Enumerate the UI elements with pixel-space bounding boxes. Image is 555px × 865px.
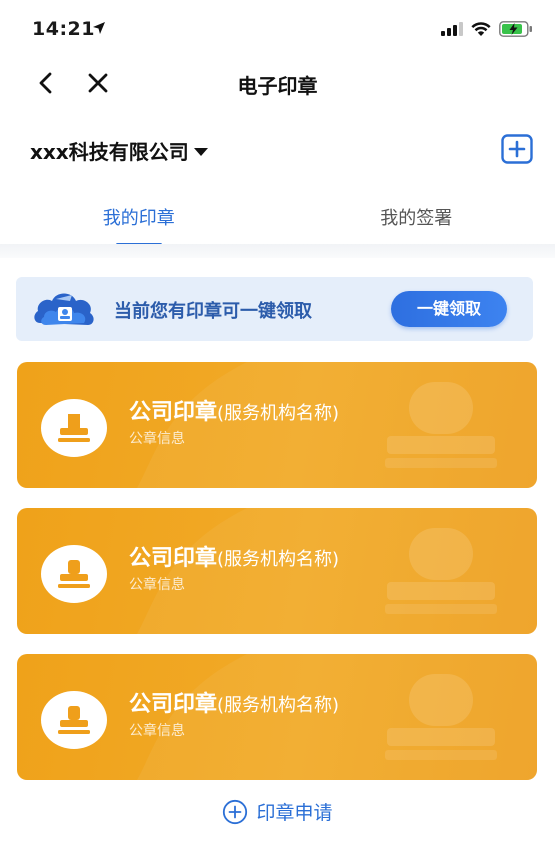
seal-info: 公章信息 xyxy=(129,723,185,739)
tab-bar: 我的印章 我的签署 xyxy=(0,194,555,248)
cloud-seal-icon xyxy=(34,293,94,325)
notice-text: 当前您有印章可一键领取 xyxy=(114,301,312,322)
tab-my-signatures[interactable]: 我的签署 xyxy=(278,194,555,248)
cellular-signal-icon xyxy=(441,22,463,36)
tab-label: 我的印章 xyxy=(102,208,175,229)
plus-circle-icon xyxy=(223,799,248,824)
status-bar: 14:21 xyxy=(0,0,555,54)
company-selector[interactable]: xxx科技有限公司 xyxy=(30,136,209,165)
apply-label: 印章申请 xyxy=(256,802,333,824)
nav-bar: 电子印章 xyxy=(0,56,555,110)
section-divider xyxy=(0,244,555,258)
seal-card[interactable]: 公司印章(服务机构名称) 公章信息 xyxy=(17,508,537,634)
seal-org-name: (服务机构名称) xyxy=(217,695,340,716)
stamp-watermark-icon xyxy=(385,528,497,614)
seal-card[interactable]: 公司印章(服务机构名称) 公章信息 xyxy=(17,362,537,488)
seal-avatar xyxy=(41,691,107,749)
seal-title: 公司印章(服务机构名称) xyxy=(129,394,339,426)
seal-apply-button[interactable]: 印章申请 xyxy=(0,798,555,825)
seal-org-name: (服务机构名称) xyxy=(217,403,340,424)
battery-charging-icon xyxy=(499,21,532,37)
stamp-watermark-icon xyxy=(385,382,497,468)
seal-name: 公司印章 xyxy=(129,546,218,571)
seal-name: 公司印章 xyxy=(129,692,218,717)
tab-label: 我的签署 xyxy=(380,208,453,229)
status-time: 14:21 xyxy=(32,18,95,40)
seal-avatar xyxy=(41,545,107,603)
status-indicators xyxy=(441,19,533,39)
seal-info: 公章信息 xyxy=(129,577,185,593)
tab-my-seals[interactable]: 我的印章 xyxy=(0,194,278,248)
stamp-watermark-icon xyxy=(385,674,497,760)
caret-down-icon xyxy=(193,147,208,156)
seal-title: 公司印章(服务机构名称) xyxy=(129,540,339,572)
page-title: 电子印章 xyxy=(237,74,318,98)
company-name: xxx科技有限公司 xyxy=(30,140,189,164)
stamp-icon xyxy=(58,706,90,734)
claim-all-button[interactable]: 一键领取 xyxy=(391,291,507,327)
seal-info: 公章信息 xyxy=(129,431,185,447)
seal-org-name: (服务机构名称) xyxy=(217,549,340,570)
claim-notice-banner: 当前您有印章可一键领取 一键领取 xyxy=(16,277,533,341)
stamp-icon xyxy=(58,414,90,442)
seal-card[interactable]: 公司印章(服务机构名称) 公章信息 xyxy=(17,654,537,780)
seal-name: 公司印章 xyxy=(129,400,218,425)
seal-title: 公司印章(服务机构名称) xyxy=(129,686,339,718)
add-seal-button[interactable] xyxy=(501,134,533,164)
stamp-icon xyxy=(58,560,90,588)
company-row: xxx科技有限公司 xyxy=(0,128,555,174)
wifi-icon xyxy=(471,21,491,36)
seal-avatar xyxy=(41,399,107,457)
location-arrow-icon xyxy=(93,22,105,34)
